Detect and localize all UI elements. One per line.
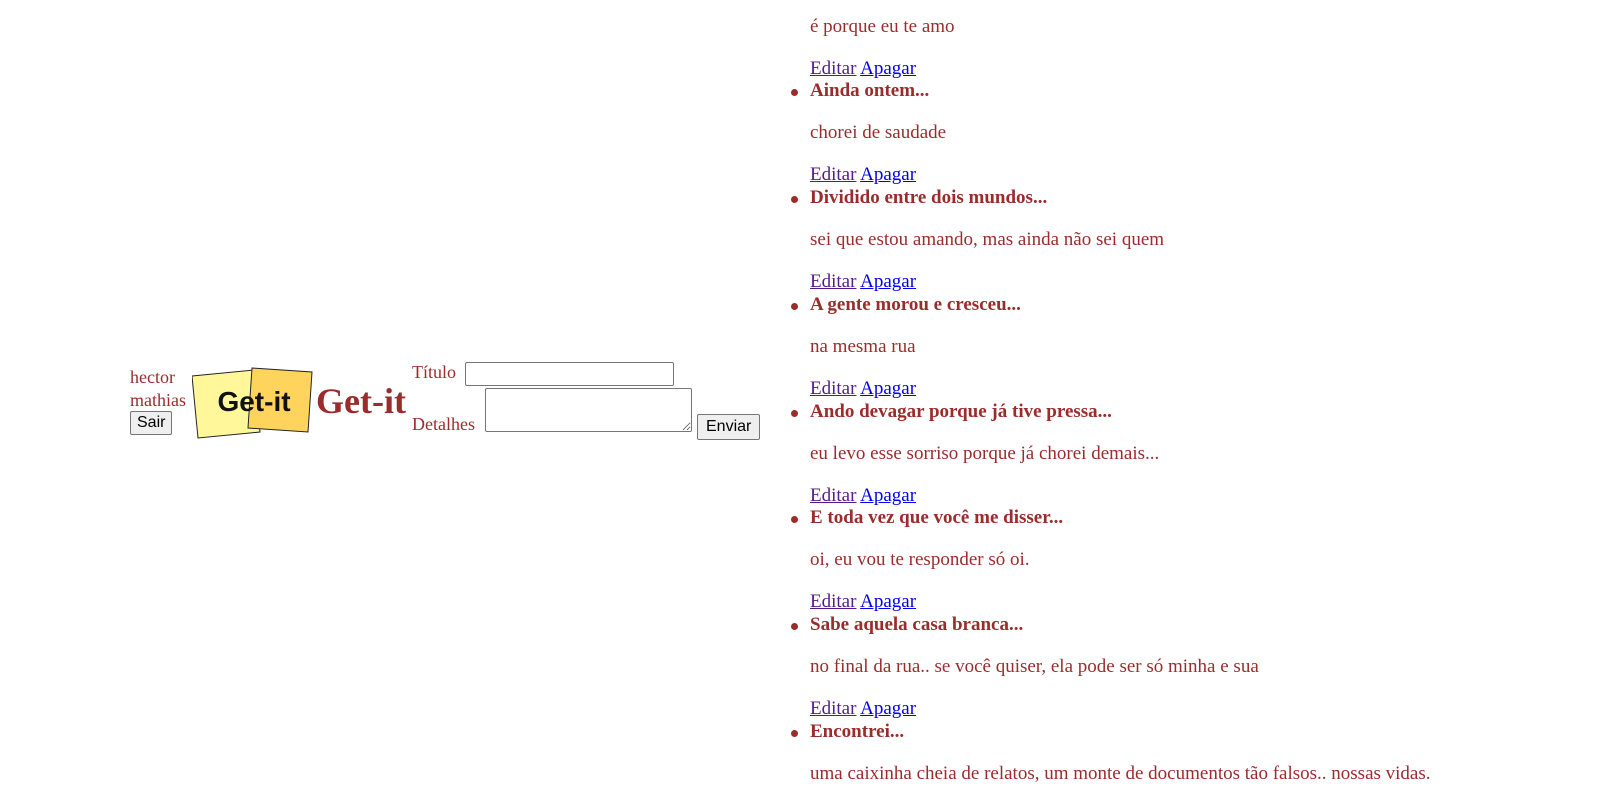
user-last-name: mathias bbox=[130, 390, 186, 410]
note-actions: Editar Apagar bbox=[810, 591, 1063, 613]
title-label: Título bbox=[412, 362, 456, 382]
user-first-name: hector bbox=[130, 367, 175, 387]
page: hector mathias Sair Get-it Get-it Título… bbox=[0, 0, 1599, 808]
delete-link[interactable]: Apagar bbox=[860, 378, 916, 399]
user-info: hector mathias bbox=[130, 366, 192, 412]
edit-link[interactable]: Editar bbox=[810, 378, 856, 399]
title-input[interactable] bbox=[465, 362, 674, 386]
note-title: Dividido entre dois mundos... bbox=[810, 187, 1048, 208]
delete-link[interactable]: Apagar bbox=[860, 485, 916, 506]
note-title: Sabe aquela casa branca... bbox=[810, 614, 1024, 635]
edit-link[interactable]: Editar bbox=[810, 591, 856, 612]
delete-link[interactable]: Apagar bbox=[860, 591, 916, 612]
delete-link[interactable]: Apagar bbox=[860, 698, 916, 719]
logo-text: Get-it bbox=[217, 386, 290, 417]
list-item: Encontrei... uma caixinha cheia de relat… bbox=[791, 721, 1431, 785]
delete-link[interactable]: Apagar bbox=[860, 164, 916, 185]
logout-button[interactable]: Sair bbox=[130, 411, 173, 435]
edit-link[interactable]: Editar bbox=[810, 698, 856, 719]
note-title: A gente morou e cresceu... bbox=[810, 294, 1021, 315]
submit-button[interactable]: Enviar bbox=[697, 414, 761, 440]
list-item: Dividido entre dois mundos... sei que es… bbox=[790, 187, 1165, 293]
list-item: A gente morou e cresceu... na mesma rua … bbox=[791, 294, 1021, 400]
delete-link[interactable]: Apagar bbox=[860, 58, 916, 79]
brand-title: Get-it bbox=[316, 381, 406, 421]
note-actions: Editar Apagar bbox=[810, 485, 1159, 507]
details-textarea[interactable] bbox=[485, 388, 692, 432]
edit-link[interactable]: Editar bbox=[810, 485, 856, 506]
note-actions: Editar Apagar bbox=[810, 378, 1021, 400]
note-title: Ando devagar porque já tive pressa... bbox=[810, 401, 1112, 422]
note-body: uma caixinha cheia de relatos, um monte … bbox=[810, 763, 1431, 784]
note-actions: Editar Apagar bbox=[810, 58, 916, 80]
note-body: oi, eu vou te responder só oi. bbox=[810, 549, 1030, 570]
get-it-logo: Get-it bbox=[192, 367, 313, 439]
list-item: Ainda ontem... chorei de saudade Editar … bbox=[790, 80, 947, 186]
note-title: E toda vez que você me disser... bbox=[810, 507, 1064, 528]
note-body: sei que estou amando, mas ainda não sei … bbox=[810, 229, 1165, 250]
note-body: no final da rua.. se você quiser, ela po… bbox=[810, 656, 1259, 677]
edit-link[interactable]: Editar bbox=[810, 164, 856, 185]
note-body: eu levo esse sorriso porque já chorei de… bbox=[810, 443, 1160, 464]
edit-link[interactable]: Editar bbox=[810, 271, 856, 292]
delete-link[interactable]: Apagar bbox=[860, 271, 916, 292]
list-item: Sabe aquela casa branca... no final da r… bbox=[791, 614, 1259, 720]
list-item: E toda vez que você me disser... oi, eu … bbox=[790, 507, 1064, 613]
list-item: Ando devagar porque já tive pressa... eu… bbox=[790, 401, 1160, 507]
note-actions: Editar Apagar bbox=[810, 271, 1164, 293]
note-title: Encontrei... bbox=[810, 721, 905, 742]
note-title: Ainda ontem... bbox=[810, 80, 930, 101]
note-actions: Editar Apagar bbox=[810, 698, 1259, 720]
note-body: na mesma rua bbox=[810, 336, 916, 357]
details-label: Detalhes bbox=[412, 414, 475, 434]
note-body: chorei de saudade bbox=[810, 122, 947, 143]
note-actions: Editar Apagar bbox=[810, 164, 946, 186]
edit-link[interactable]: Editar bbox=[810, 58, 856, 79]
note-body: é porque eu te amo bbox=[810, 16, 955, 37]
